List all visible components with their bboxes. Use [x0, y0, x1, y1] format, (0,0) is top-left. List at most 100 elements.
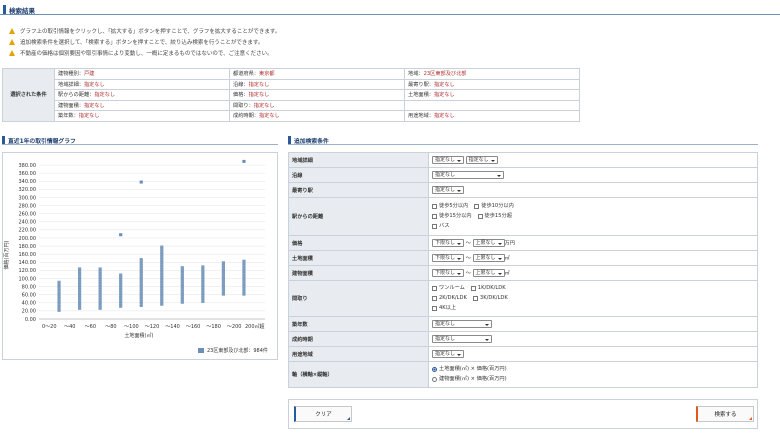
- field-label: 用途地域: [288, 346, 429, 362]
- y-axis-label: 価格(百万円): [3, 241, 10, 270]
- field-label: 最寄り駅: [288, 182, 429, 198]
- condition-cell: 築年数：指定なし: [54, 110, 230, 122]
- data-point-outlier[interactable]: [139, 180, 143, 184]
- data-point[interactable]: [119, 273, 123, 276]
- corner-mark-icon: [749, 417, 752, 420]
- field-label: 建物面積: [288, 265, 429, 281]
- condition-cell: 用途地域：指定なし: [404, 110, 580, 122]
- period-select[interactable]: 指定なし: [432, 335, 492, 343]
- corner-mark-icon: [347, 417, 350, 420]
- y-tick-label: 140.00: [19, 260, 37, 266]
- 3k-checkbox[interactable]: [472, 295, 478, 301]
- chart-section-title: 直近1年の取引情報グラフ: [8, 139, 76, 145]
- field-label: 沿線: [288, 167, 429, 183]
- land-min-select[interactable]: 下限なし: [432, 254, 465, 262]
- y-tick-label: 40.00: [22, 301, 36, 307]
- condition-cell: 地域：23区東部及び北部: [404, 68, 580, 80]
- zoning-select[interactable]: 指定なし: [432, 350, 465, 358]
- data-point-outlier[interactable]: [119, 233, 123, 237]
- walk5-checkbox[interactable]: [432, 203, 437, 209]
- axis-land-radio[interactable]: [432, 366, 437, 372]
- data-point[interactable]: [221, 261, 226, 264]
- notice-item: グラフ上の取引情報をクリックし、「拡大する」ボタンを押すことで、グラフを拡大する…: [9, 25, 280, 36]
- field-label: 間取り: [288, 280, 429, 317]
- legend-swatch: [198, 348, 204, 353]
- data-point[interactable]: [57, 280, 61, 283]
- y-tick-label: 260.00: [19, 211, 37, 217]
- price-min-select[interactable]: 下限なし: [432, 239, 465, 247]
- condition-cell: 都道府県：東京都: [229, 68, 405, 80]
- warning-icon: [9, 27, 16, 34]
- one-room-checkbox[interactable]: [432, 285, 437, 291]
- y-tick-label: 100.00: [19, 276, 37, 282]
- data-point[interactable]: [180, 266, 184, 269]
- condition-cell: 土地面積：指定なし: [404, 89, 580, 101]
- field-label: 地域詳細: [288, 152, 429, 168]
- field-label: 築年数: [288, 316, 429, 332]
- building-min-select[interactable]: 下限なし: [432, 269, 465, 277]
- station-select[interactable]: 指定なし: [432, 186, 465, 194]
- data-point[interactable]: [201, 265, 205, 268]
- field-label: 価格: [288, 235, 429, 251]
- building-max-select[interactable]: 上限なし: [472, 269, 505, 277]
- 4k-checkbox[interactable]: [432, 305, 437, 311]
- scatter-chart-panel[interactable]: 0.00 20.00 40.00 60.00 80.00 100.00 120.00 140.…: [2, 152, 278, 360]
- x-tick-label: ～40: [64, 324, 75, 330]
- land-max-select[interactable]: 上限なし: [472, 254, 505, 262]
- condition-cell: 建物面積：指定なし: [54, 99, 230, 111]
- clear-button[interactable]: クリア: [294, 406, 352, 422]
- y-tick-label: 120.00: [19, 268, 37, 274]
- field-label: 土地面積: [288, 250, 429, 266]
- x-tick-label: ～160: [186, 324, 201, 330]
- condition-cell: 成約時期：指定なし: [229, 110, 405, 122]
- walk15-checkbox[interactable]: [432, 213, 437, 219]
- y-tick-label: 200.00: [19, 236, 37, 242]
- field-label: 成約時期: [288, 331, 429, 347]
- x-tick-label: ～180: [206, 324, 221, 330]
- data-point[interactable]: [242, 259, 246, 262]
- age-select[interactable]: 指定なし: [432, 320, 492, 328]
- conditions-label: 選択された条件: [2, 68, 55, 122]
- notice-list: グラフ上の取引情報をクリックし、「拡大する」ボタンを押すことで、グラフを拡大する…: [9, 25, 280, 58]
- x-axis-label: 土地面積(㎡): [125, 332, 154, 339]
- additional-search-form: 地域詳細 指定なし 指定なし 沿線 指定なし 最寄り駅 指定なし 駅からの距離 …: [288, 152, 758, 388]
- section-accent: [2, 136, 5, 144]
- walk10-checkbox[interactable]: [474, 203, 480, 209]
- condition-cell: 駅からの距離：指定なし: [54, 89, 230, 101]
- x-tick-label: ～60: [85, 324, 96, 330]
- field-label: 駅からの距離: [288, 197, 429, 236]
- selected-conditions-table: 選択された条件 建物種別：戸建 都道府県：東京都 地域：23区東部及び北部 地域…: [2, 68, 580, 122]
- notice-item: 不動産の価格は個別要因や取引事情により変動し、一概に定まるものではないので、ご注…: [9, 47, 280, 58]
- data-point[interactable]: [139, 258, 143, 261]
- y-tick-label: 360.00: [19, 171, 37, 177]
- 1k-checkbox[interactable]: [470, 285, 476, 291]
- 2k-checkbox[interactable]: [432, 295, 437, 301]
- search-button[interactable]: 検索する: [696, 406, 754, 422]
- condition-cell: 最寄り駅：指定なし: [404, 78, 580, 90]
- axis-building-radio[interactable]: [432, 376, 437, 382]
- y-tick-label: 300.00: [19, 195, 37, 201]
- x-tick-label: ～140: [165, 324, 180, 330]
- y-tick-label: 160.00: [19, 252, 37, 258]
- form-action-bar: クリア 検索する: [288, 399, 758, 429]
- legend-label: 23区東部及び北部：984件: [207, 348, 268, 354]
- condition-cell: 地域詳細：指定なし: [54, 78, 230, 90]
- price-max-select[interactable]: 上限なし: [472, 239, 505, 247]
- area-detail-select-2[interactable]: 指定なし: [465, 156, 498, 164]
- walk15plus-checkbox[interactable]: [477, 213, 483, 219]
- condition-cell: [404, 99, 580, 111]
- line-select[interactable]: 指定なし: [432, 171, 504, 179]
- data-point[interactable]: [98, 267, 102, 270]
- warning-icon: [9, 38, 16, 45]
- y-tick-label: 0.00: [25, 317, 36, 323]
- data-point-outlier[interactable]: [242, 159, 246, 163]
- bus-checkbox[interactable]: [432, 223, 437, 229]
- scatter-chart[interactable]: 0.00 20.00 40.00 60.00 80.00 100.00 120.00 140.…: [3, 153, 277, 359]
- condition-cell: 沿線：指定なし: [229, 78, 405, 90]
- warning-icon: [9, 49, 16, 56]
- area-detail-select-1[interactable]: 指定なし: [432, 156, 465, 164]
- x-tick-label: ～80: [105, 324, 116, 330]
- data-point[interactable]: [77, 267, 82, 270]
- data-point[interactable]: [160, 245, 164, 248]
- y-tick-label: 180.00: [19, 244, 37, 250]
